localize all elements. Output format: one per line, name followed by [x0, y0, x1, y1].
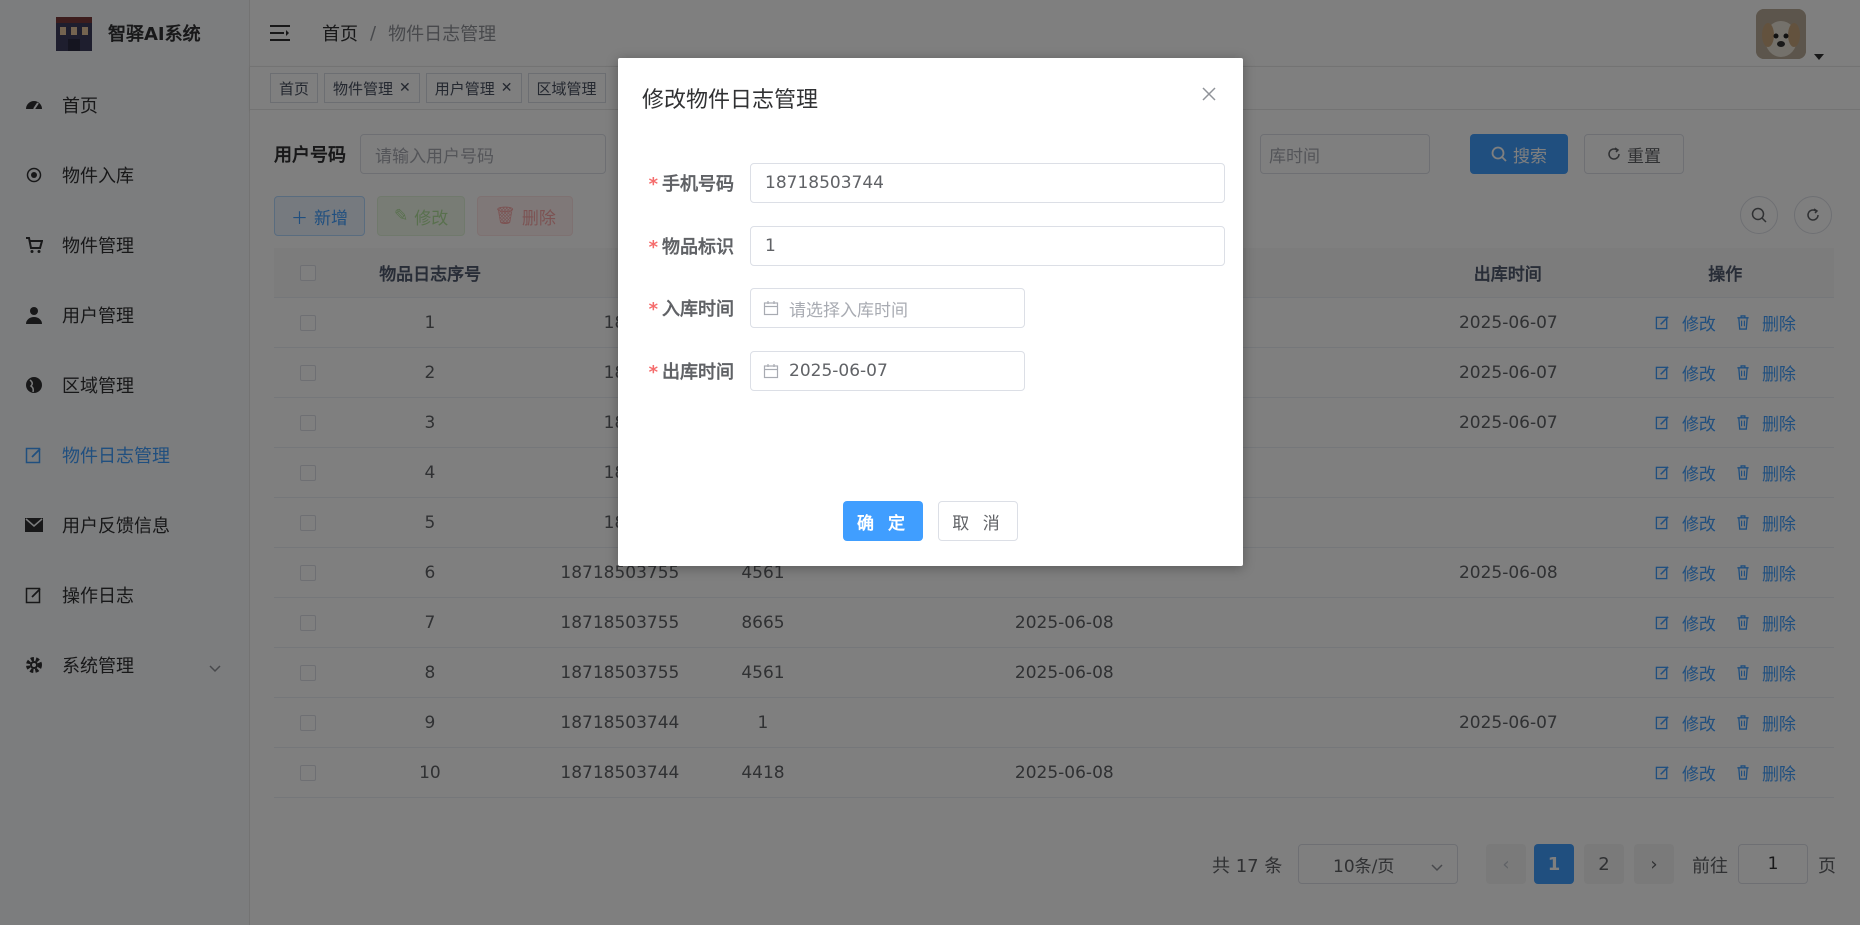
phone-input[interactable]: 18718503744 [750, 163, 1225, 203]
cancel-button[interactable]: 取 消 [938, 501, 1018, 541]
in-time-label-text: 入库时间 [662, 299, 734, 320]
in-time-label: * 入库时间 [642, 295, 750, 321]
required-mark: * [648, 237, 658, 258]
item-label: * 物品标识 [642, 233, 750, 259]
phone-value: 18718503744 [765, 173, 884, 193]
edit-dialog: 修改物件日志管理 * 手机号码 18718503744 * 物品标识 1 * 入库时间… [618, 58, 1243, 566]
item-label-text: 物品标识 [662, 237, 734, 258]
in-time-placeholder: 请选择入库时间 [789, 300, 908, 321]
required-mark: * [648, 174, 658, 195]
close-icon[interactable] [1199, 84, 1219, 104]
out-time-label: * 出库时间 [642, 358, 750, 384]
in-time-form-row: * 入库时间 请选择入库时间 [642, 288, 1025, 328]
confirm-button[interactable]: 确 定 [843, 501, 923, 541]
item-value: 1 [765, 236, 776, 256]
item-input[interactable]: 1 [750, 226, 1225, 266]
phone-label-text: 手机号码 [662, 174, 734, 195]
out-time-label-text: 出库时间 [662, 362, 734, 383]
required-mark: * [648, 299, 658, 320]
out-time-value: 2025-06-07 [789, 361, 888, 381]
dialog-title: 修改物件日志管理 [642, 88, 819, 113]
out-time-form-row: * 出库时间 2025-06-07 [642, 351, 1025, 391]
phone-label: * 手机号码 [642, 170, 750, 196]
calendar-icon [763, 364, 779, 379]
phone-form-row: * 手机号码 18718503744 [642, 163, 1225, 203]
calendar-icon [763, 301, 779, 316]
required-mark: * [648, 362, 658, 383]
item-form-row: * 物品标识 1 [642, 226, 1225, 266]
in-time-date-picker[interactable]: 请选择入库时间 [750, 288, 1025, 328]
out-time-date-picker[interactable]: 2025-06-07 [750, 351, 1025, 391]
